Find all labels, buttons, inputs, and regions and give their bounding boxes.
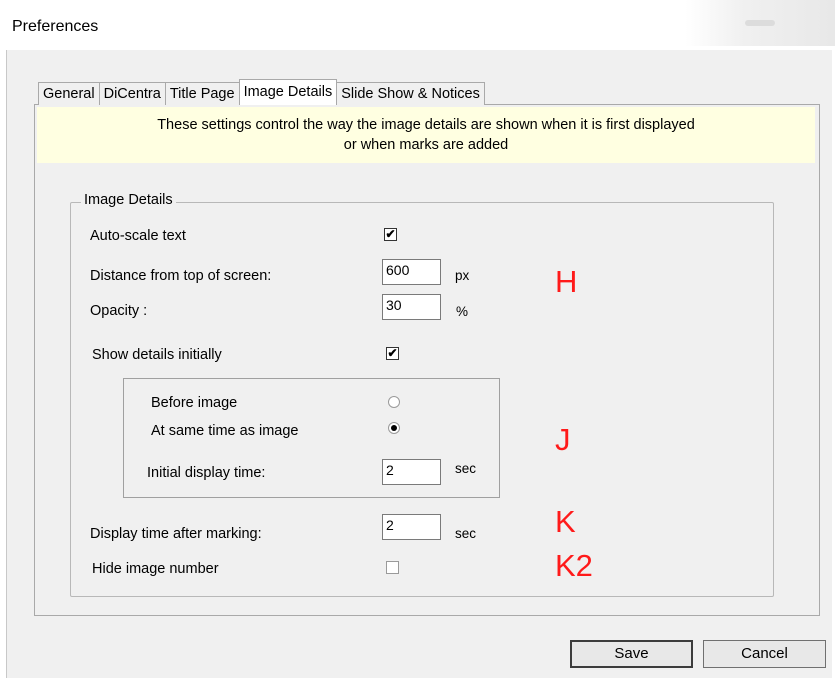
opacity-input[interactable]: 30	[382, 294, 441, 320]
show-details-checkbox[interactable]: ✔	[386, 347, 399, 360]
before-image-radio[interactable]	[388, 396, 400, 408]
title-bar: Preferences	[0, 0, 835, 50]
info-banner: These settings control the way the image…	[37, 107, 815, 163]
distance-unit: px	[455, 268, 470, 283]
hide-image-number-checkbox[interactable]	[386, 561, 399, 574]
minimize-icon[interactable]	[745, 20, 775, 26]
tab-slide-show-notices[interactable]: Slide Show & Notices	[336, 82, 485, 105]
distance-input[interactable]: 600	[382, 259, 441, 285]
show-details-label: Show details initially	[92, 347, 222, 363]
check-icon: ✔	[385, 227, 396, 241]
before-image-label: Before image	[151, 395, 238, 411]
tab-title-page[interactable]: Title Page	[164, 82, 240, 105]
check-icon: ✔	[387, 346, 398, 360]
initial-display-time-label: Initial display time:	[147, 465, 266, 481]
same-time-radio[interactable]	[388, 422, 400, 434]
annotation-k: K	[555, 504, 576, 539]
cancel-button[interactable]: Cancel	[703, 640, 826, 668]
banner-line-2: or when marks are added	[343, 137, 509, 153]
initial-display-time-input[interactable]: 2	[382, 459, 441, 485]
groupbox-label: Image Details	[81, 192, 176, 208]
window-title: Preferences	[12, 18, 99, 35]
tab-strip: General DiCentra Title Page Image Detail…	[38, 79, 485, 105]
distance-label: Distance from top of screen:	[90, 268, 272, 284]
auto-scale-checkbox[interactable]: ✔	[384, 228, 397, 241]
annotation-k2: K2	[555, 548, 593, 583]
after-marking-unit: sec	[455, 526, 477, 541]
opacity-label: Opacity :	[90, 303, 148, 319]
banner-line-1: These settings control the way the image…	[157, 117, 695, 133]
annotation-j: J	[555, 422, 571, 457]
initial-display-time-unit: sec	[455, 461, 477, 476]
tab-general[interactable]: General	[38, 82, 100, 105]
after-marking-input[interactable]: 2	[382, 514, 441, 540]
hide-image-number-label: Hide image number	[92, 561, 219, 577]
save-button[interactable]: Save	[570, 640, 693, 668]
opacity-unit: %	[456, 304, 469, 319]
auto-scale-label: Auto-scale text	[90, 228, 186, 244]
tab-dicentra[interactable]: DiCentra	[98, 82, 166, 105]
annotation-h: H	[555, 264, 578, 299]
same-time-label: At same time as image	[151, 423, 299, 439]
tab-image-details[interactable]: Image Details	[238, 79, 338, 105]
window-controls[interactable]	[685, 0, 835, 46]
after-marking-label: Display time after marking:	[90, 526, 262, 542]
